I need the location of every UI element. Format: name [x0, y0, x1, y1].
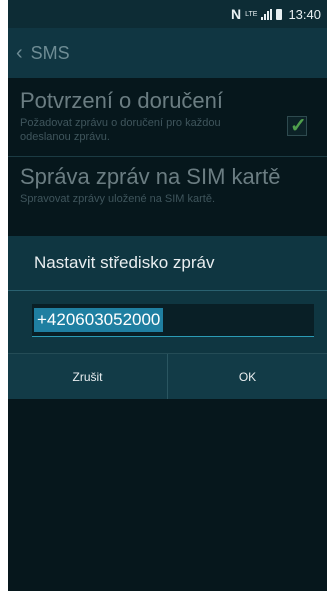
status-time: 13:40: [288, 6, 321, 22]
signal-icon: [261, 8, 273, 20]
dialog-buttons: Zrušit OK: [8, 353, 327, 399]
divider: [8, 156, 327, 157]
app-bar: ‹ SMS: [8, 28, 327, 78]
chevron-left-icon[interactable]: ‹: [16, 42, 23, 65]
message-center-input[interactable]: +420603052000: [32, 304, 314, 337]
setting-title: Potvrzení o doručení: [20, 88, 224, 113]
app-bar-title: SMS: [30, 42, 70, 63]
cancel-button[interactable]: Zrušit: [8, 354, 167, 399]
checkmark-icon: ✓: [290, 115, 307, 137]
delivery-report-checkbox[interactable]: ✓: [287, 115, 307, 137]
phone-screen: N LTE 13:40 ‹ SMS Potvrzení o doručení P…: [8, 0, 327, 591]
lte-icon: LTE: [245, 10, 258, 18]
dialog-title: Nastavit středisko zpráv: [34, 253, 215, 272]
status-bar: N LTE 13:40: [8, 0, 327, 28]
setting-subtitle: Požadovat zprávu o doručení pro každou o…: [20, 117, 221, 143]
ok-button[interactable]: OK: [167, 354, 327, 399]
status-icons: N LTE 13:40: [231, 6, 321, 22]
nfc-icon: N: [231, 6, 242, 22]
setting-subtitle: Spravovat zprávy uložené na SIM kartě.: [20, 193, 216, 205]
setting-title: Správa zpráv na SIM kartě: [20, 164, 281, 189]
setting-sim-messages[interactable]: Správa zpráv na SIM kartě Spravovat zprá…: [20, 164, 315, 206]
battery-icon: [276, 8, 283, 20]
dialog-divider: [8, 290, 327, 291]
setting-delivery-report[interactable]: Potvrzení o doručení Požadovat zprávu o …: [20, 88, 315, 144]
message-center-dialog: Nastavit středisko zpráv +420603052000 Z…: [8, 236, 327, 399]
message-center-number[interactable]: +420603052000: [34, 308, 164, 332]
